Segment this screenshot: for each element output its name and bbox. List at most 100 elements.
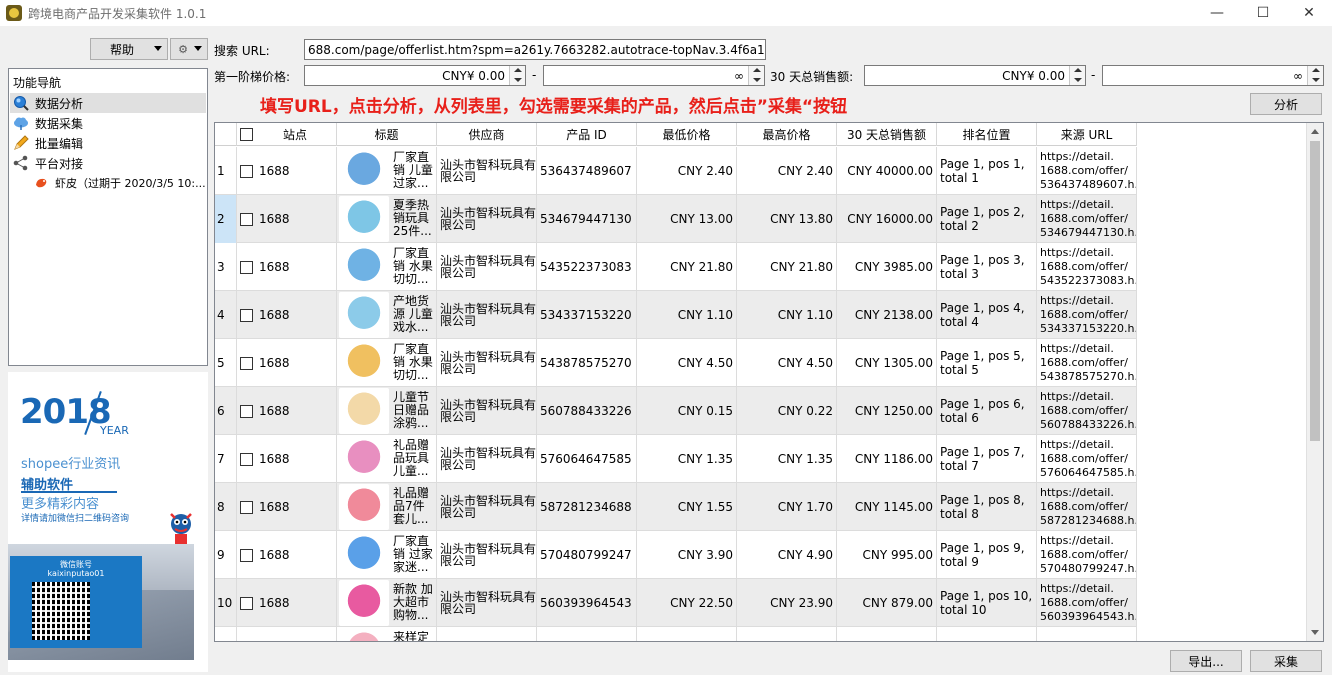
header-min-price[interactable]: 最低价格 [637, 123, 737, 146]
header-max-price[interactable]: 最高价格 [737, 123, 837, 146]
table-row[interactable]: 4 1688 产地货源 儿童戏水... 汕头市智科玩具有限公司 534337153220… [215, 291, 1137, 339]
export-button[interactable]: 导出... [1170, 650, 1242, 672]
table-row[interactable]: 3 1688 厂家直销 水果切切... 汕头市智科玩具有限公司 543522373083… [215, 243, 1137, 291]
row-checkbox[interactable] [240, 356, 253, 370]
nav-item-batch-edit[interactable]: 批量编辑 [10, 133, 206, 153]
product-id-cell: 543522373083 [537, 243, 637, 291]
sales-cell: CNY 16000.00 [837, 195, 937, 243]
maximize-button[interactable]: ☐ [1240, 0, 1286, 26]
nav-item-data-collection[interactable]: 数据采集 [10, 113, 206, 133]
url-label: 搜索 URL: [214, 44, 270, 58]
row-checkbox[interactable] [240, 596, 253, 610]
source-url-cell[interactable]: https://detail. 1688.com/offer/5438785752… [1037, 339, 1137, 387]
nav-item-label: 平台对接 [35, 156, 84, 171]
row-checkbox[interactable] [240, 500, 253, 514]
promo-line-3: 更多精彩内容 [21, 497, 100, 512]
select-all-checkbox[interactable] [240, 128, 253, 141]
title-value: 产地货源 儿童戏水... [393, 295, 433, 334]
settings-button[interactable]: ⚙ [170, 38, 208, 60]
min-price-cell: CNY 21.80 [637, 243, 737, 291]
min-price-cell: CNY 22.50 [637, 579, 737, 627]
analyze-button[interactable]: 分析 [1250, 93, 1322, 115]
url-line-3: 534337153220.h... [1040, 322, 1137, 335]
price-max-input[interactable]: ∞ [543, 65, 765, 86]
rank-cell: Page 1, pos 4, total 4 [937, 291, 1037, 339]
url-line-2: 1688.com/offer/ [1040, 212, 1128, 225]
source-url-cell[interactable]: https://detail. 1688.com/offer/5872812346… [1037, 483, 1137, 531]
row-index: 2 [215, 195, 237, 243]
title-value: 厂家直销 过家家迷... [393, 535, 433, 574]
supplier-cell: 汕头市智科玩具有限公司 [437, 195, 537, 243]
source-url-cell[interactable]: https://detail. [1037, 627, 1137, 641]
table-row[interactable]: 11 来样定汕头市智科玩具 Page 1, pos 11,https://detai… [215, 627, 1137, 641]
collect-button[interactable]: 采集 [1250, 650, 1322, 672]
vertical-scrollbar[interactable] [1306, 123, 1323, 641]
row-checkbox[interactable] [240, 548, 253, 562]
row-checkbox[interactable] [240, 164, 253, 178]
source-url-cell[interactable]: https://detail. 1688.com/offer/5435223730… [1037, 243, 1137, 291]
nav-item-data-analysis[interactable]: 数据分析 [10, 93, 206, 113]
table-row[interactable]: 7 1688 礼品赠品玩具 儿童... 汕头市智科玩具有限公司 576064647585… [215, 435, 1137, 483]
sales-cell: CNY 1186.00 [837, 435, 937, 483]
source-url-cell[interactable]: https://detail. 1688.com/offer/5343371532… [1037, 291, 1137, 339]
table-row[interactable]: 5 1688 厂家直销 水果切切... 汕头市智科玩具有限公司 543878575270… [215, 339, 1137, 387]
sales-min-spinner[interactable] [1069, 66, 1085, 85]
table-row[interactable]: 9 1688 厂家直销 过家家迷... 汕头市智科玩具有限公司 570480799247… [215, 531, 1137, 579]
table-row[interactable]: 6 1688 儿童节日赠品涂鸦... 汕头市智科玩具有限公司 560788433226 C… [215, 387, 1137, 435]
url-input[interactable]: 688.com/page/offerlist.htm?spm=a261y.766… [304, 39, 766, 60]
row-checkbox[interactable] [240, 308, 253, 322]
product-thumbnail [339, 580, 389, 626]
header-source-url[interactable]: 来源 URL [1037, 123, 1137, 146]
min-price-cell: CNY 1.10 [637, 291, 737, 339]
sales-min-input[interactable]: CNY¥ 0.00 [864, 65, 1086, 86]
source-url-cell[interactable]: https://detail. 1688.com/offer/5760646475… [1037, 435, 1137, 483]
row-checkbox[interactable] [240, 212, 253, 226]
source-url-cell[interactable]: https://detail. 1688.com/offer/5704807992… [1037, 531, 1137, 579]
help-button[interactable]: 帮助 [90, 38, 168, 60]
sales-max-spinner[interactable] [1307, 66, 1323, 85]
table-row[interactable]: 8 1688 礼品赠品7件套儿... 汕头市智科玩具有限公司 587281234688 C… [215, 483, 1137, 531]
rank-line-2: total 6 [940, 411, 979, 425]
sales-cell: CNY 40000.00 [837, 147, 937, 195]
table-row[interactable]: 1 1688 厂家直销 儿童过家... 汕头市智科玩具有限公司 536437489607… [215, 147, 1137, 195]
product-id-cell: 576064647585 [537, 435, 637, 483]
url-line-3: 560788433226.h... [1040, 418, 1137, 431]
scroll-up-icon[interactable] [1311, 129, 1319, 134]
source-url-cell[interactable]: https://detail. 1688.com/offer/5364374896… [1037, 147, 1137, 195]
site-value: 1688 [259, 452, 290, 466]
mascot-icon [166, 510, 196, 548]
rank-line-2: total 1 [940, 171, 979, 185]
price-min-input[interactable]: CNY¥ 0.00 [304, 65, 526, 86]
header-sales[interactable]: 30 天总销售额 [837, 123, 937, 146]
header-title[interactable]: 标题 [337, 123, 437, 146]
row-checkbox[interactable] [240, 404, 253, 418]
site-cell: 1688 [237, 243, 337, 291]
row-checkbox[interactable] [240, 452, 253, 466]
site-value: 1688 [259, 404, 290, 418]
price-min-spinner[interactable] [509, 66, 525, 85]
min-price-cell: CNY 1.35 [637, 435, 737, 483]
sales-max-input[interactable]: ∞ [1102, 65, 1324, 86]
scroll-down-icon[interactable] [1311, 630, 1319, 635]
source-url-cell[interactable]: https://detail. 1688.com/offer/5607884332… [1037, 387, 1137, 435]
header-rank[interactable]: 排名位置 [937, 123, 1037, 146]
minimize-button[interactable]: — [1194, 0, 1240, 26]
source-url-cell[interactable]: https://detail. 1688.com/offer/5603939645… [1037, 579, 1137, 627]
supplier-cell: 汕头市智科玩具有限公司 [437, 579, 537, 627]
table-row[interactable]: 10 1688 新款 加大超市购物... 汕头市智科玩具有限公司 56039396454… [215, 579, 1137, 627]
close-button[interactable]: ✕ [1286, 0, 1332, 26]
min-price-cell: CNY 1.55 [637, 483, 737, 531]
table-row[interactable]: 2 1688 夏季热销玩具 25件... 汕头市智科玩具有限公司 53467944713… [215, 195, 1137, 243]
header-supplier[interactable]: 供应商 [437, 123, 537, 146]
sales-label: 30 天总销售额: [770, 70, 854, 84]
price-max-spinner[interactable] [748, 66, 764, 85]
nav-item-platform[interactable]: 平台对接 [10, 153, 206, 173]
url-line-1: https://detail. [1040, 534, 1114, 547]
scroll-thumb[interactable] [1310, 141, 1320, 441]
source-url-cell[interactable]: https://detail. 1688.com/offer/5346794471… [1037, 195, 1137, 243]
rank-line-1: Page 1, pos 9, [940, 541, 1025, 555]
row-checkbox[interactable] [240, 260, 253, 274]
header-product-id[interactable]: 产品 ID [537, 123, 637, 146]
title-value: 厂家直销 儿童过家... [393, 151, 433, 190]
nav-item-shopee[interactable]: 虾皮（过期于 2020/3/5 10:... [10, 173, 206, 193]
